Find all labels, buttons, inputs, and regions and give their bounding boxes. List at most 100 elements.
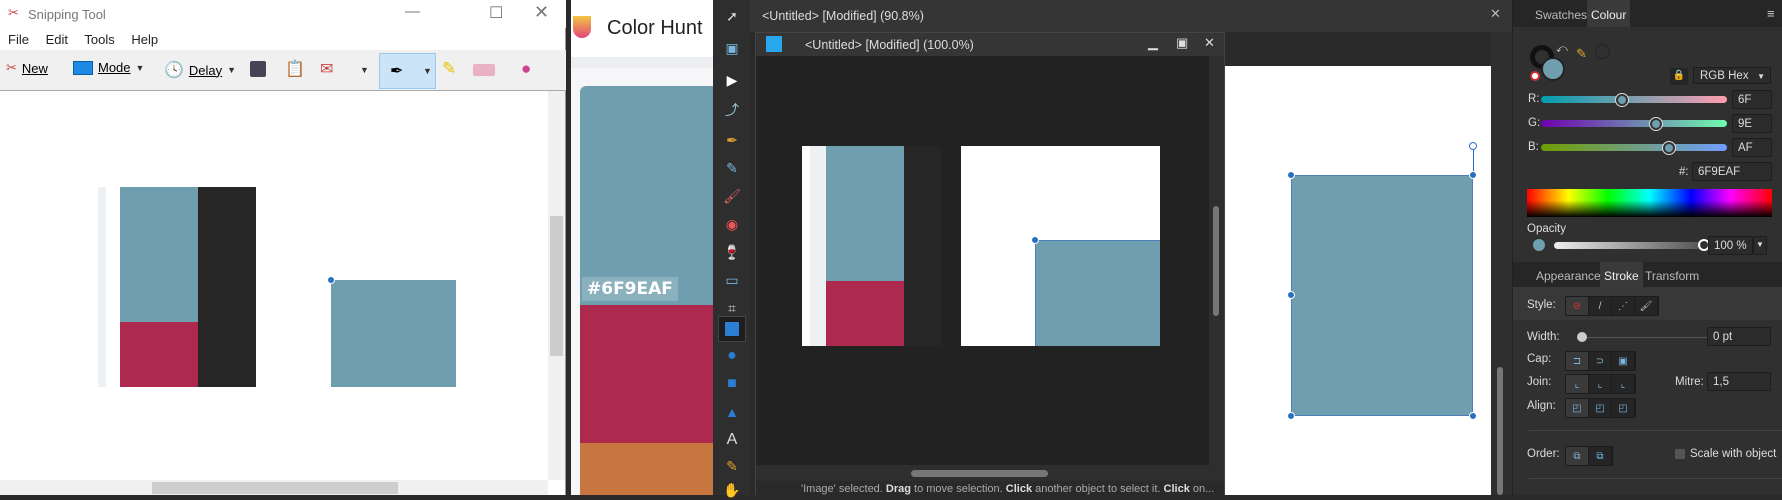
mode-button[interactable]: Mode ▼ (73, 60, 144, 75)
chevron-down-icon[interactable]: ▼ (360, 65, 369, 75)
r-slider[interactable] (1541, 96, 1727, 103)
hex-input[interactable]: 6F9EAF (1692, 162, 1772, 181)
send-email-icon[interactable]: ✉ (320, 59, 333, 79)
width-input[interactable]: 0 pt (1707, 327, 1771, 346)
bevel-join-icon[interactable]: ⌞ (1612, 375, 1635, 393)
tab-colour[interactable]: Colour (1587, 0, 1631, 27)
inner-horizontal-scrollbar[interactable] (756, 465, 1209, 481)
horizontal-scrollbar[interactable] (0, 480, 548, 495)
opacity-slider[interactable] (1554, 242, 1701, 249)
brush-tool-icon[interactable]: 🖌 (720, 186, 744, 206)
minimize-button[interactable]: ▁ (1148, 35, 1158, 51)
panel-menu-icon[interactable]: ≡ (1767, 6, 1775, 21)
hand-tool-icon[interactable]: ✋ (720, 480, 744, 500)
pasted-image[interactable] (802, 146, 1160, 346)
handle[interactable] (1287, 171, 1295, 179)
tab-appearance[interactable]: Appearance (1536, 269, 1601, 283)
menu-tools[interactable]: Tools (84, 32, 114, 47)
crop-tool-icon[interactable]: ⌗ (720, 298, 744, 318)
tab-swatches[interactable]: Swatches (1535, 8, 1587, 22)
align-center-icon[interactable]: ◰ (1589, 399, 1612, 417)
stroke-behind-icon[interactable]: ⧉ (1566, 447, 1589, 465)
rounded-rect-tool-icon[interactable]: ■ (720, 374, 744, 394)
chevron-down-icon[interactable]: ▼ (1753, 236, 1767, 255)
close-button[interactable]: ✕ (1204, 35, 1215, 51)
round-join-icon[interactable]: ⌞ (1589, 375, 1612, 393)
transparency-tool-icon[interactable]: 🍷 (720, 242, 744, 262)
delay-button[interactable]: 🕓 Delay ▼ (164, 60, 236, 80)
b-slider-thumb[interactable] (1662, 142, 1675, 154)
close-icon[interactable]: ✕ (1490, 6, 1501, 22)
eyedropper-icon[interactable]: ✎ (1576, 46, 1587, 62)
vertical-scrollbar[interactable] (548, 91, 565, 480)
outer-doc-title[interactable]: <Untitled> [Modified] (90.8%) (762, 9, 924, 23)
ellipse-tool-icon[interactable]: ● (720, 346, 744, 366)
handle[interactable] (1287, 291, 1295, 299)
mitre-input[interactable]: 1,5 (1707, 372, 1771, 391)
rectangle-tool-selected[interactable] (718, 316, 746, 342)
fill-tool-icon[interactable]: ◉ (720, 214, 744, 234)
g-input[interactable]: 9E (1732, 114, 1772, 133)
r-input[interactable]: 6F (1732, 90, 1772, 109)
pencil-tool-icon[interactable]: ✎ (720, 158, 744, 178)
handle[interactable] (1469, 412, 1477, 420)
colour-model-dropdown[interactable]: RGB Hex ▼ (1693, 67, 1771, 84)
text-tool-icon[interactable]: A (720, 430, 744, 450)
dashed-line-icon[interactable]: ⋰ (1612, 297, 1635, 315)
move-tool-icon[interactable]: ➚ (720, 6, 744, 26)
triangle-tool-icon[interactable]: ▲ (720, 402, 744, 422)
no-stroke-icon[interactable]: ⊘ (1566, 297, 1589, 315)
tab-stroke[interactable]: Stroke (1600, 262, 1643, 287)
palette-color-3[interactable] (580, 443, 713, 495)
inner-vertical-scrollbar[interactable] (1209, 56, 1224, 465)
scale-with-object-checkbox[interactable] (1675, 449, 1685, 459)
g-slider-thumb[interactable] (1650, 118, 1663, 130)
color-picker-tool-icon[interactable]: ✎ (720, 456, 744, 476)
b-input[interactable]: AF (1732, 138, 1772, 157)
paint3d-icon[interactable]: ● (521, 59, 531, 79)
new-button[interactable]: ✂ New (6, 60, 48, 76)
fill-well[interactable] (1541, 57, 1565, 81)
miter-join-icon[interactable]: ⌞ (1566, 375, 1589, 393)
solid-line-icon[interactable]: / (1589, 297, 1612, 315)
outer-vertical-scrollbar[interactable] (1491, 32, 1512, 495)
minimize-button[interactable]: — (405, 3, 420, 20)
opacity-input[interactable]: 100 % (1708, 236, 1753, 255)
menu-file[interactable]: File (8, 32, 29, 47)
palette-color-1[interactable]: #6F9EAF (580, 86, 713, 305)
chevron-down-icon[interactable]: ▼ (136, 63, 145, 73)
eraser-icon[interactable] (473, 64, 495, 76)
handle[interactable] (1469, 171, 1477, 179)
close-button[interactable]: ✕ (534, 2, 549, 23)
tab-transform[interactable]: Transform (1645, 269, 1699, 283)
hex-label[interactable]: #6F9EAF (582, 277, 678, 301)
palette-color-2[interactable] (580, 305, 713, 443)
pen-tool-icon[interactable]: ✒ (720, 130, 744, 150)
blue-rectangle-selected[interactable] (1291, 175, 1473, 416)
brush-stroke-icon[interactable]: 🖌 (1635, 297, 1658, 315)
menu-edit[interactable]: Edit (46, 32, 68, 47)
butt-cap-icon[interactable]: ⊐ (1566, 352, 1589, 370)
stroke-front-icon[interactable]: ⧉ (1589, 447, 1612, 465)
none-icon[interactable] (1530, 71, 1540, 81)
lock-icon[interactable]: 🔒 (1670, 68, 1688, 85)
copy-icon[interactable]: 📋 (285, 59, 305, 79)
place-image-icon[interactable]: ▭ (720, 270, 744, 290)
chevron-down-icon[interactable]: ▼ (227, 65, 236, 75)
maximize-button[interactable]: ☐ (489, 3, 503, 23)
swap-icon[interactable]: ⤺ (1556, 43, 1568, 56)
artboard-tool-icon[interactable]: ▣ (720, 38, 744, 58)
highlighter-icon[interactable]: ✎ (442, 59, 456, 79)
rotate-handle[interactable] (1469, 142, 1477, 150)
width-slider[interactable] (1579, 337, 1715, 338)
g-slider[interactable] (1541, 120, 1727, 127)
b-slider[interactable] (1541, 144, 1727, 151)
handle[interactable] (1287, 412, 1295, 420)
square-cap-icon[interactable]: ▣ (1612, 352, 1635, 370)
node-tool-icon[interactable]: ▶ (720, 70, 744, 90)
round-cap-icon[interactable]: ⊃ (1589, 352, 1612, 370)
colour-spectrum[interactable] (1527, 189, 1772, 217)
width-thumb[interactable] (1577, 332, 1587, 342)
pen-button[interactable]: ✒ ▼ (379, 53, 436, 89)
save-icon[interactable] (250, 61, 266, 77)
